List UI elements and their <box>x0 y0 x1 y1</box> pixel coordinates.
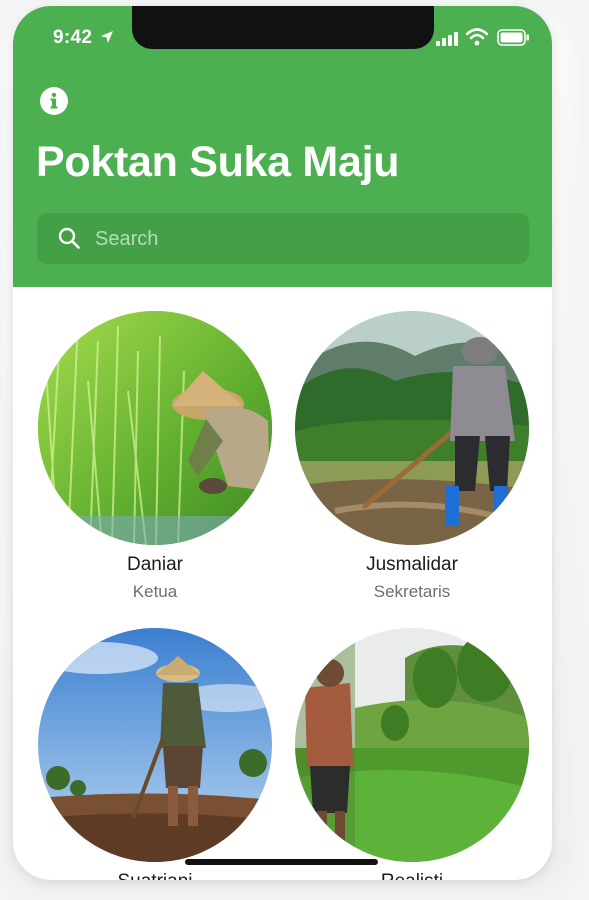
member-photo-realisti[interactable] <box>295 628 529 862</box>
app-title: Poktan Suka Maju <box>36 138 400 186</box>
wifi-icon <box>466 28 488 46</box>
device-notch <box>132 6 434 49</box>
member-name: Jusmalidar <box>366 554 458 575</box>
member-role: Sekretaris <box>373 582 451 601</box>
info-icon[interactable] <box>39 86 69 116</box>
search-icon <box>58 227 80 249</box>
battery-icon <box>497 29 529 46</box>
field-farmer-sky-image <box>38 628 272 862</box>
member-name: Realisti <box>282 871 542 880</box>
home-indicator <box>185 859 378 865</box>
search-bar[interactable] <box>37 213 529 266</box>
member-name: Daniar <box>127 554 183 575</box>
member-photo-daniar[interactable] <box>38 311 272 545</box>
location-arrow-icon <box>101 31 113 43</box>
hoeing-farmer-image <box>295 311 529 545</box>
rice-paddy-farmer-image <box>38 311 272 545</box>
member-photo-jusmalidar[interactable] <box>295 311 529 545</box>
phone-frame: 9:42 Poktan Suka Maju Search Daniar Ketu… <box>13 6 552 880</box>
search-input[interactable] <box>93 213 517 266</box>
member-photo-suatriani[interactable] <box>38 628 272 862</box>
app-header: 9:42 Poktan Suka Maju <box>13 6 552 287</box>
status-time: 9:42 <box>53 27 93 48</box>
cellular-signal-icon <box>436 32 458 46</box>
member-role: Ketua <box>132 582 178 601</box>
planting-farmer-image <box>295 628 529 862</box>
member-name: Suatriani <box>25 871 285 880</box>
